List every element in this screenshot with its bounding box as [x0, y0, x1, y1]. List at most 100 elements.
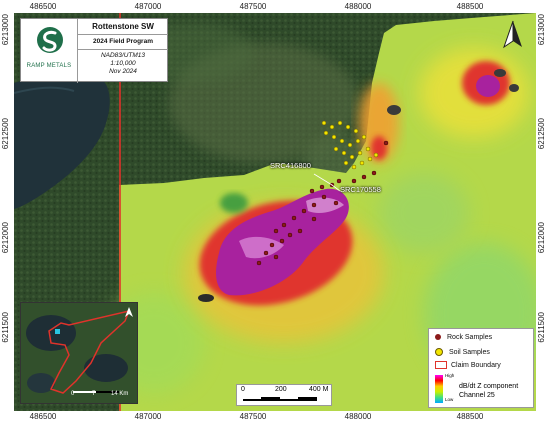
scale-tick-400: 400 M	[309, 386, 329, 393]
channel-label: Channel 25	[459, 392, 495, 399]
soil-sample[interactable]	[373, 152, 379, 158]
rock-sample[interactable]	[287, 232, 293, 238]
rock-sample[interactable]	[273, 254, 279, 260]
em-low-zone	[220, 193, 248, 213]
soil-sample[interactable]	[331, 134, 337, 140]
inset-scale-0: 0	[71, 391, 75, 397]
inset-map[interactable]: 0 7 14 Km	[20, 302, 138, 404]
soil-sample[interactable]	[357, 150, 363, 156]
inset-study-area	[55, 329, 60, 334]
ramp-high-label: High	[445, 373, 455, 378]
rock-sample[interactable]	[311, 202, 317, 208]
em-low-zone	[379, 173, 469, 253]
inset-scale-14: 14 Km	[111, 391, 129, 397]
soil-sample[interactable]	[359, 160, 365, 166]
soil-sample[interactable]	[349, 154, 355, 160]
rock-sample[interactable]	[279, 238, 285, 244]
scale-label: 1:10,000	[110, 60, 136, 67]
north-arrow-icon	[503, 20, 522, 49]
soil-sample[interactable]	[345, 124, 351, 130]
coord-top-1: 486500	[29, 2, 57, 11]
program-label: 2024 Field Program	[93, 38, 153, 45]
scale-tick-200: 200	[275, 386, 287, 393]
rock-sample[interactable]	[281, 222, 287, 228]
coord-bottom-2: 487000	[134, 412, 162, 421]
rock-sample[interactable]	[256, 260, 262, 266]
coord-right-1: 6213000	[537, 14, 546, 46]
coord-bottom-5: 488500	[456, 412, 484, 421]
soil-sample[interactable]	[355, 138, 361, 144]
soil-sample[interactable]	[329, 124, 335, 130]
claim-symbol-icon	[435, 361, 447, 369]
soil-sample[interactable]	[353, 128, 359, 134]
soil-sample[interactable]	[351, 164, 357, 170]
soil-sample[interactable]	[339, 138, 345, 144]
soil-sample[interactable]	[365, 146, 371, 152]
brand-name: RAMP METALS	[26, 63, 72, 69]
coord-top-4: 488000	[344, 2, 372, 11]
rock-sample[interactable]	[263, 250, 269, 256]
legend-claim: Claim Boundary	[435, 361, 501, 369]
rock-sample[interactable]	[273, 228, 279, 234]
rock-sample[interactable]	[319, 184, 325, 190]
logo-mark-icon	[37, 27, 63, 53]
soil-sample[interactable]	[347, 142, 353, 148]
scale-bar: 0 200 400 M	[236, 384, 332, 406]
soil-sample[interactable]	[337, 120, 343, 126]
coord-left-3: 6212000	[1, 222, 10, 254]
rock-sample[interactable]	[351, 178, 357, 184]
map-info: NAD83/UTM13 1:10,000 Nov 2024	[79, 52, 167, 76]
projection-label: NAD83/UTM13	[100, 52, 146, 59]
coord-left-1: 6213000	[1, 14, 10, 46]
rock-sample[interactable]	[291, 215, 297, 221]
ramp-metals-logo	[24, 25, 76, 79]
soil-sample[interactable]	[341, 150, 347, 156]
no-data-hole	[494, 69, 506, 77]
rock-symbol-icon	[435, 334, 441, 341]
soil-sample[interactable]	[321, 120, 327, 126]
rock-sample[interactable]	[333, 200, 339, 206]
inset-lake	[27, 373, 55, 393]
rock-sample[interactable]	[321, 194, 327, 200]
map-frame: 486500 487000 487500 488000 488500 48650…	[0, 0, 550, 425]
title-divider	[77, 19, 78, 83]
map-legend: Rock Samples Soil Samples Claim Boundary…	[428, 328, 534, 408]
soil-sample[interactable]	[343, 160, 349, 166]
rock-sample[interactable]	[297, 228, 303, 234]
legend-soil: Soil Samples	[435, 348, 490, 356]
project-title: Rottenstone SW	[92, 22, 154, 31]
no-data-hole	[387, 105, 401, 115]
date-label: Nov 2024	[109, 68, 137, 75]
rock-sample[interactable]	[371, 170, 377, 176]
sample-label-src416800: SRC416800	[270, 161, 311, 170]
coord-left-4: 6211500	[1, 312, 10, 343]
inset-lake	[26, 315, 76, 351]
soil-sample[interactable]	[333, 146, 339, 152]
coord-bottom-1: 486500	[29, 412, 57, 421]
soil-sample[interactable]	[361, 134, 367, 140]
scale-bar-white	[243, 397, 261, 399]
inset-lake	[84, 354, 128, 382]
rock-sample[interactable]	[361, 174, 367, 180]
legend-soil-label: Soil Samples	[449, 348, 490, 356]
rock-sample[interactable]	[336, 178, 342, 184]
component-label: dB/dt Z component	[459, 383, 519, 390]
rock-sample[interactable]	[301, 208, 307, 214]
inset-map-svg	[21, 303, 137, 403]
coord-top-2: 487000	[134, 2, 162, 11]
em-conductor-core	[476, 75, 500, 97]
title-block: RAMP METALS Rottenstone SW 2024 Field Pr…	[20, 18, 168, 83]
coord-right-4: 6211500	[537, 312, 546, 343]
rock-sample[interactable]	[311, 216, 317, 222]
no-data-hole	[198, 294, 214, 302]
rock-sample[interactable]	[309, 188, 315, 194]
coord-bottom-3: 487500	[239, 412, 267, 421]
soil-sample[interactable]	[367, 156, 373, 162]
rock-sample[interactable]	[269, 242, 275, 248]
coord-bottom-4: 488000	[344, 412, 372, 421]
legend-rock-label: Rock Samples	[447, 334, 493, 341]
no-data-hole	[509, 84, 519, 92]
title-rule	[78, 34, 168, 35]
rock-sample[interactable]	[383, 140, 389, 146]
soil-sample[interactable]	[323, 130, 329, 136]
